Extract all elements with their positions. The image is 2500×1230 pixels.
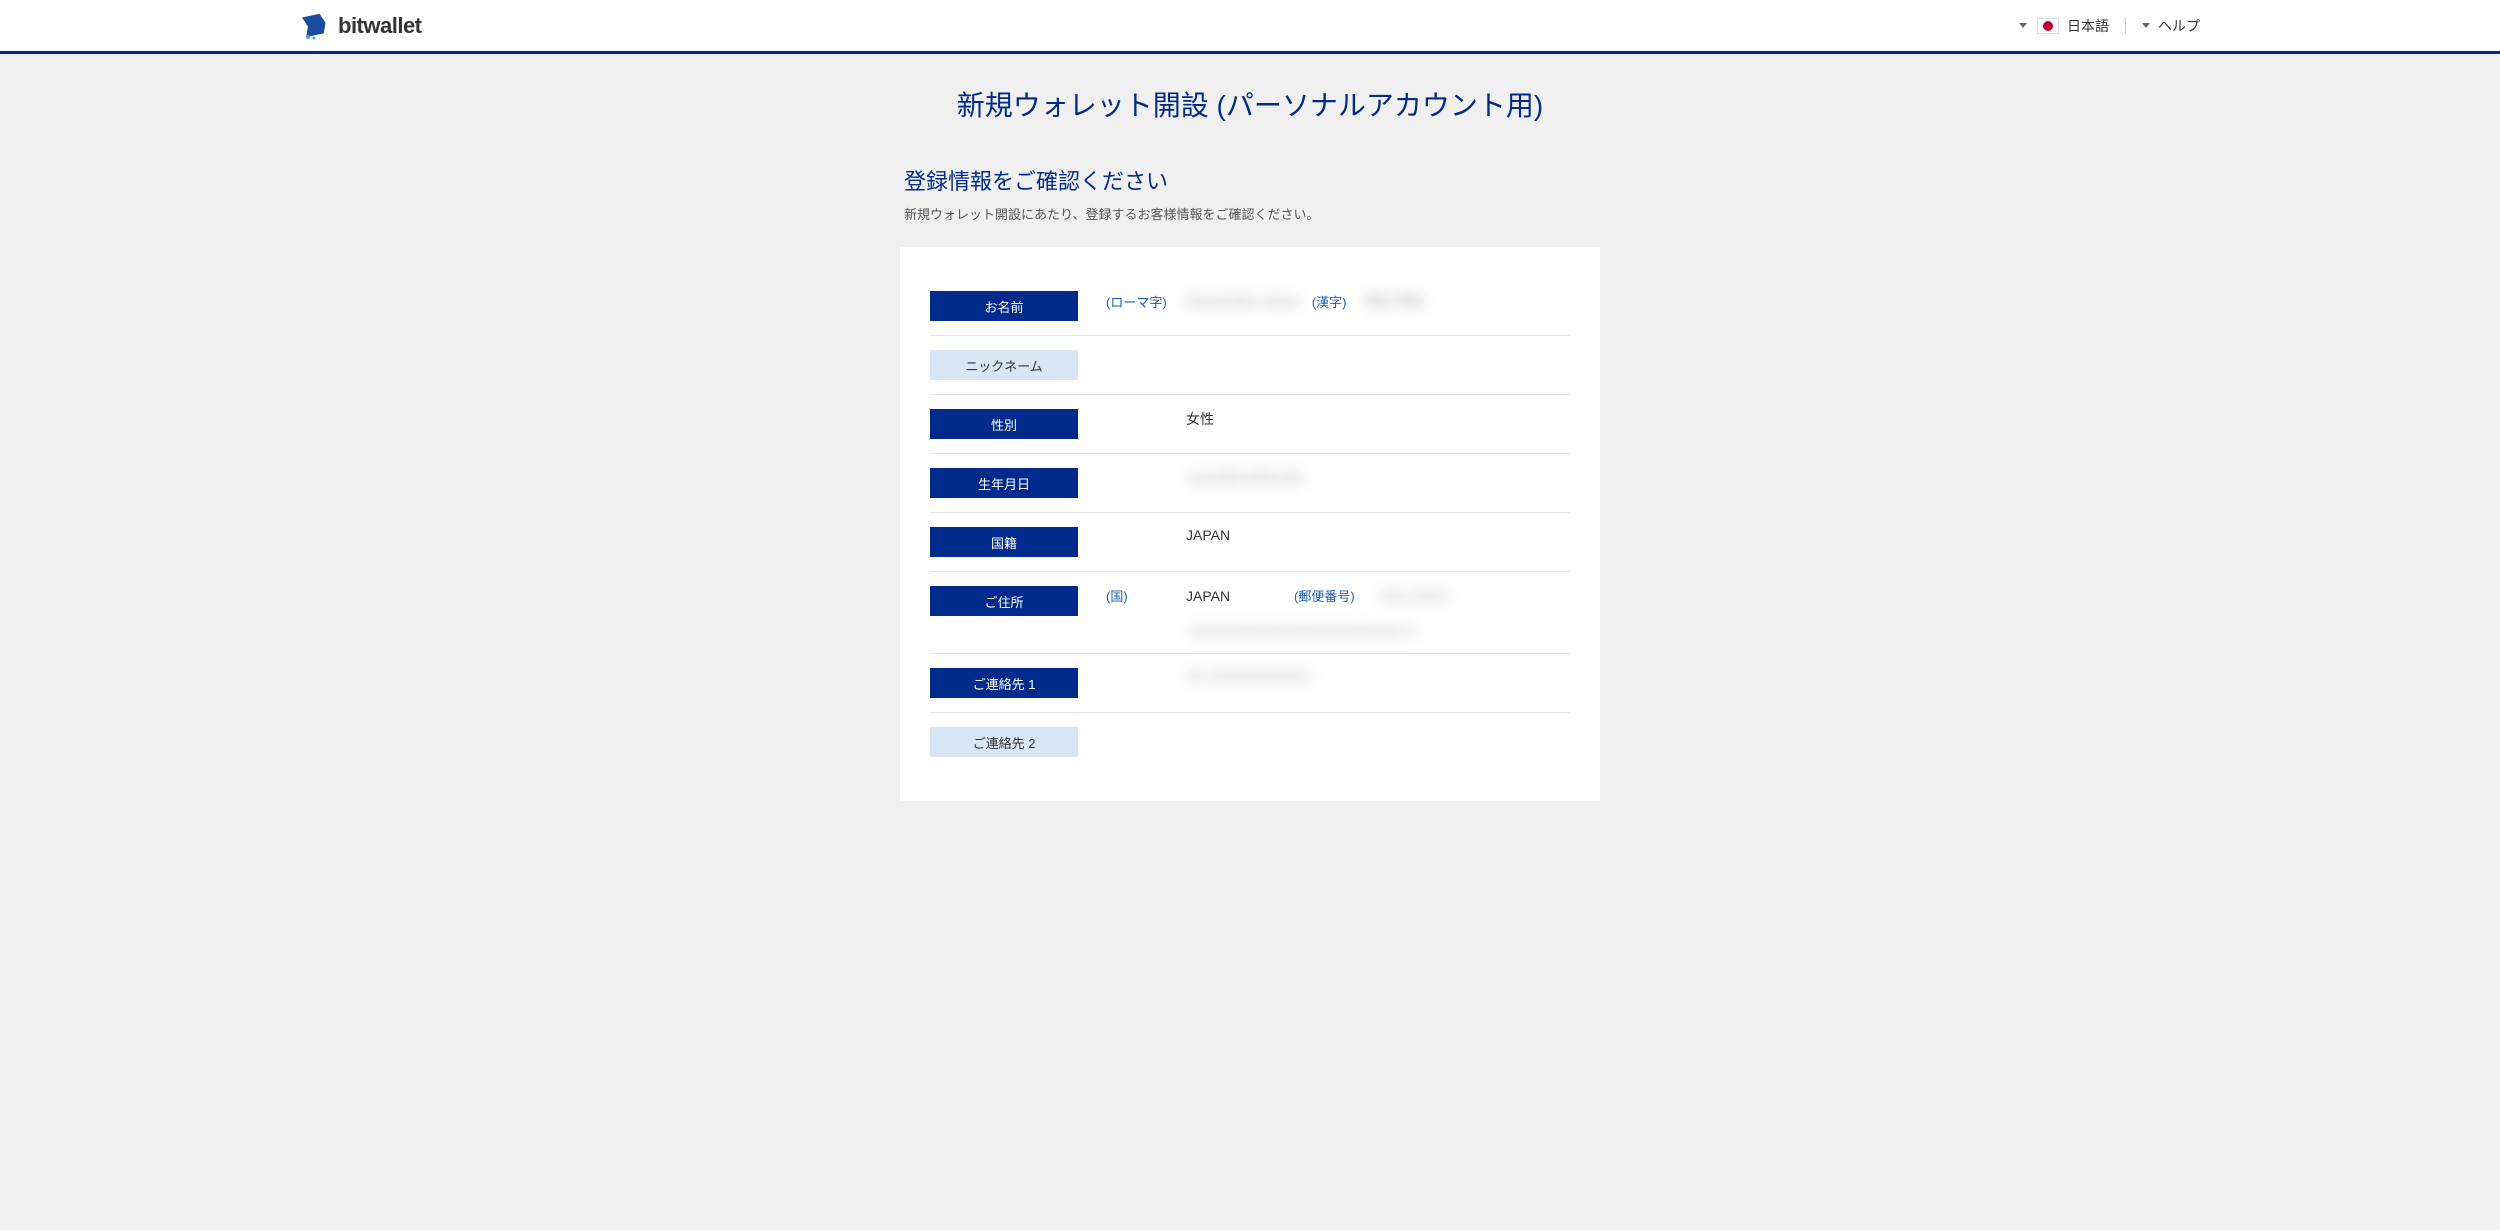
row-content: XX XXXXXXXXXXX — [1078, 668, 1570, 684]
value-name-romaji: Placeholder Name — [1177, 293, 1300, 309]
flag-japan-icon — [2037, 18, 2059, 34]
row-contact1: ご連絡先 1 XX XXXXXXXXXXX — [930, 654, 1570, 713]
value-name-kanji: 例名 例名 — [1357, 291, 1425, 311]
row-content: XXXX年XX月XX日 — [1078, 468, 1570, 488]
value-contact1: XX XXXXXXXXXXX — [1106, 668, 1311, 684]
label-contact1: ご連絡先 1 — [930, 668, 1078, 698]
header-right: 日本語 ヘルプ — [2019, 16, 2200, 36]
row-nickname: ニックネーム — [930, 336, 1570, 395]
logo-icon — [300, 11, 330, 41]
section-subtitle: 新規ウォレット開設にあたり、登録するお客様情報をご確認ください。 — [900, 204, 1600, 223]
label-nickname: ニックネーム — [930, 350, 1078, 380]
language-label: 日本語 — [2067, 16, 2109, 36]
logo[interactable]: bitwallet — [300, 11, 422, 41]
row-name: お名前 (ローマ字) Placeholder Name (漢字) 例名 例名 — [930, 277, 1570, 336]
row-content: JAPAN — [1078, 527, 1570, 543]
page-title: 新規ウォレット開設 (パーソナルアカウント用) — [700, 84, 1800, 124]
row-birthdate: 生年月日 XXXX年XX月XX日 — [930, 454, 1570, 513]
sublabel-country: (国) — [1106, 586, 1162, 605]
content-wrapper: 登録情報をご確認ください 新規ウォレット開設にあたり、登録するお客様情報をご確認… — [900, 164, 1600, 801]
logo-text: bitwallet — [338, 13, 422, 39]
label-address: ご住所 — [930, 586, 1078, 616]
language-selector[interactable]: 日本語 — [2019, 16, 2109, 36]
caret-down-icon — [2019, 23, 2027, 28]
label-birthdate: 生年月日 — [930, 468, 1078, 498]
sublabel-kanji: (漢字) — [1312, 292, 1347, 311]
label-name: お名前 — [930, 291, 1078, 321]
help-link[interactable]: ヘルプ — [2142, 16, 2200, 36]
sublabel-romaji: (ローマ字) — [1106, 292, 1167, 311]
value-nationality: JAPAN — [1106, 527, 1230, 543]
label-nationality: 国籍 — [930, 527, 1078, 557]
label-contact2: ご連絡先 2 — [930, 727, 1078, 757]
label-gender: 性別 — [930, 409, 1078, 439]
info-card: お名前 (ローマ字) Placeholder Name (漢字) 例名 例名 ニ… — [900, 247, 1600, 801]
value-address-country: JAPAN — [1178, 588, 1278, 604]
section-title: 登録情報をご確認ください — [900, 164, 1600, 196]
main-content: 新規ウォレット開設 (パーソナルアカウント用) 登録情報をご確認ください 新規ウ… — [700, 54, 1800, 801]
caret-down-icon — [2142, 23, 2150, 28]
value-gender: 女性 — [1106, 409, 1214, 429]
row-content: 女性 — [1078, 409, 1570, 429]
row-gender: 性別 女性 — [930, 395, 1570, 454]
value-postal: XXX-XXXX — [1371, 588, 1449, 604]
value-address-line: XXXXXXXXXXXXXXXXXXXXXXX X — [1106, 623, 1416, 639]
value-birthdate: XXXX年XX月XX日 — [1106, 468, 1303, 488]
help-label: ヘルプ — [2158, 16, 2200, 36]
row-content: (国) JAPAN (郵便番号) XXX-XXXX XXXXXXXXXXXXXX… — [1078, 586, 1570, 639]
divider — [2125, 18, 2126, 34]
row-address: ご住所 (国) JAPAN (郵便番号) XXX-XXXX XXXXXXXXXX… — [930, 572, 1570, 654]
row-nationality: 国籍 JAPAN — [930, 513, 1570, 572]
row-content: (ローマ字) Placeholder Name (漢字) 例名 例名 — [1078, 291, 1570, 311]
sublabel-postal: (郵便番号) — [1294, 586, 1355, 605]
row-contact2: ご連絡先 2 — [930, 713, 1570, 771]
header: bitwallet 日本語 ヘルプ — [0, 0, 2500, 54]
